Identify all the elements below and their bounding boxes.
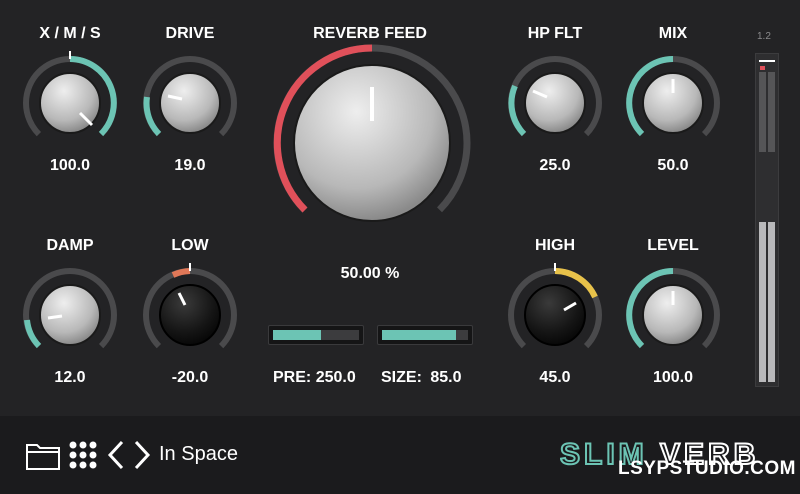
output-meter xyxy=(755,53,779,387)
pre-label-text: PRE: xyxy=(273,369,312,386)
pre-slider[interactable] xyxy=(268,325,364,345)
damp-label: DAMP xyxy=(46,237,94,254)
level-label: LEVEL xyxy=(647,237,699,254)
pre-slider-track xyxy=(321,330,359,340)
drive-label: DRIVE xyxy=(165,25,215,42)
pre-label: PRE: 250.0 xyxy=(273,369,356,387)
next-preset-icon[interactable] xyxy=(132,440,152,470)
reverb-feed-value: 50.00 % xyxy=(340,265,400,282)
meter-upper-track-right xyxy=(768,72,775,152)
damp-value: 12.0 xyxy=(54,369,86,386)
size-slider-fill xyxy=(382,330,456,340)
reverb-feed-label: REVERB FEED xyxy=(313,25,427,42)
drive-value: 19.0 xyxy=(174,157,206,174)
hp-flt-label: HP FLT xyxy=(527,25,583,42)
level-value: 100.0 xyxy=(652,369,694,386)
meter-clip-indicator xyxy=(760,66,765,70)
size-label-text: SIZE: xyxy=(381,369,422,386)
previous-preset-icon[interactable] xyxy=(106,440,126,470)
meter-scale-label: 1.2 xyxy=(757,31,771,42)
brand-website[interactable]: LSYPSTUDIO.COM xyxy=(618,458,796,480)
preset-name[interactable]: In Space xyxy=(159,443,238,466)
mix-label: MIX xyxy=(658,25,688,42)
size-slider[interactable] xyxy=(377,325,473,345)
hp-flt-value: 25.0 xyxy=(539,157,571,174)
meter-upper-track-left xyxy=(759,72,766,152)
high-label: HIGH xyxy=(535,237,575,254)
meter-channel-right xyxy=(768,222,775,382)
xms-value: 100.0 xyxy=(49,157,91,174)
folder-icon[interactable] xyxy=(25,439,61,471)
meter-peak-line xyxy=(759,60,775,62)
pre-value: 250.0 xyxy=(315,369,356,386)
size-slider-track xyxy=(456,330,468,340)
high-value: 45.0 xyxy=(539,369,571,386)
mix-value: 50.0 xyxy=(657,157,689,174)
low-value: -20.0 xyxy=(171,369,209,386)
preset-grid-icon[interactable] xyxy=(68,440,100,470)
pre-slider-fill xyxy=(273,330,321,340)
low-label: LOW xyxy=(171,237,209,254)
size-value: 85.0 xyxy=(430,369,462,386)
xms-label: X / M / S xyxy=(39,25,101,42)
size-label: SIZE: 85.0 xyxy=(381,369,461,387)
meter-channel-left xyxy=(759,222,766,382)
